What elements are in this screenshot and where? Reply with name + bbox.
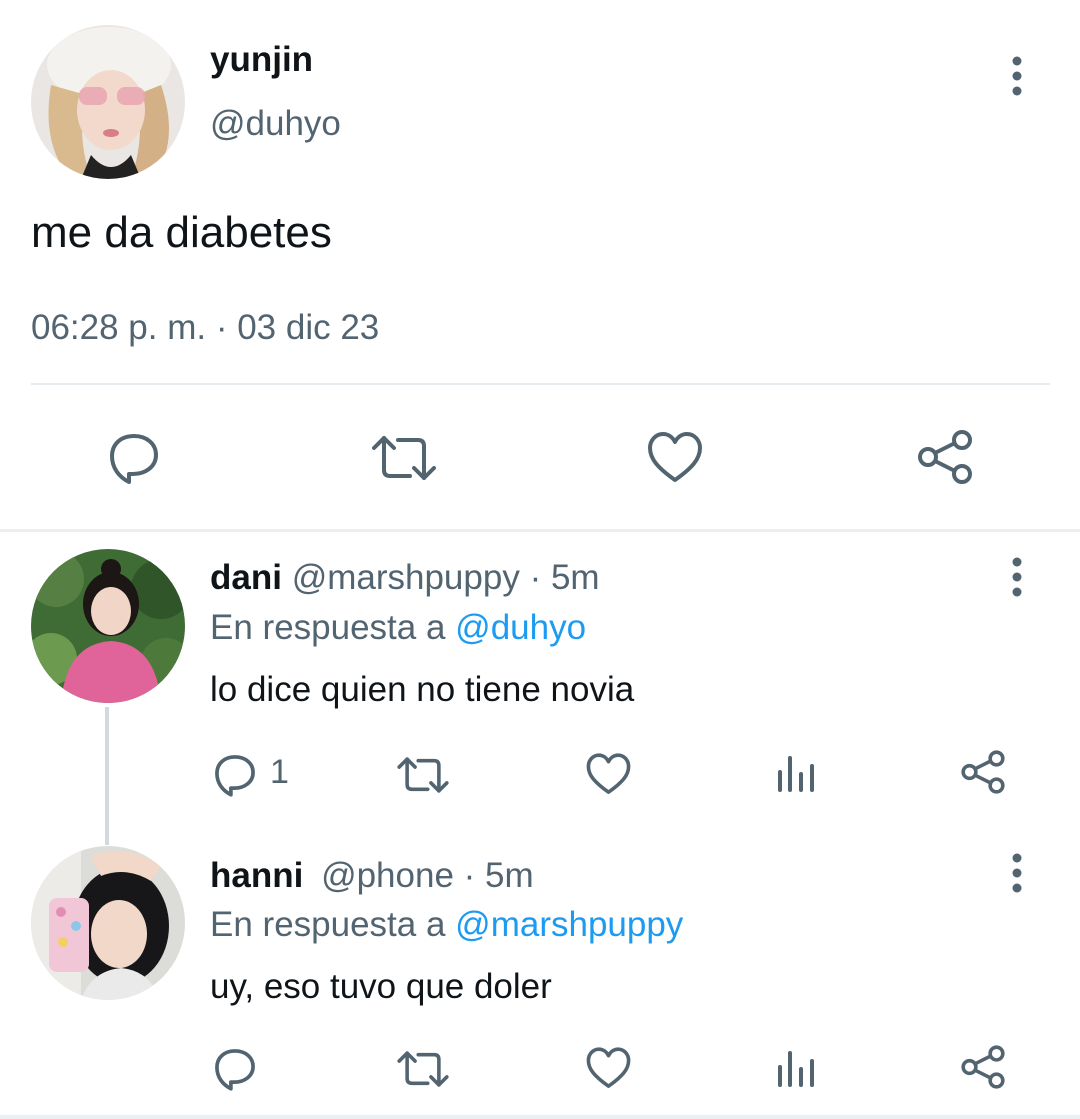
reply-context: En respuesta a @marshpuppy [210, 905, 683, 945]
comment-icon[interactable] [212, 1046, 258, 1092]
reply-prefix: En respuesta a [210, 905, 446, 944]
reply-header: dani @marshpuppy · 5m [210, 558, 600, 598]
avatar[interactable] [31, 549, 185, 703]
author-handle[interactable]: @duhyo [210, 104, 341, 144]
tweet-text: lo dice quien no tiene novia [210, 670, 635, 709]
retweet-icon[interactable] [396, 752, 450, 798]
author-name[interactable]: yunjin [210, 40, 313, 80]
retweet-icon[interactable] [396, 1046, 450, 1092]
comment-icon[interactable] [212, 752, 258, 798]
more-vertical-icon[interactable] [1010, 853, 1024, 893]
more-vertical-icon[interactable] [1010, 56, 1024, 96]
more-vertical-icon[interactable] [1010, 557, 1024, 597]
reply-prefix: En respuesta a [210, 608, 446, 647]
thread-line [105, 707, 109, 845]
heart-icon[interactable] [585, 1046, 632, 1091]
avatar[interactable] [31, 846, 185, 1000]
author-name[interactable]: hanni [210, 856, 303, 895]
share-icon[interactable] [960, 1044, 1006, 1090]
reply-time: · 5m [463, 856, 534, 895]
heart-icon[interactable] [585, 752, 632, 797]
share-icon[interactable] [960, 749, 1006, 795]
reply-to-link[interactable]: @marshpuppy [455, 905, 683, 944]
share-icon[interactable] [916, 428, 974, 486]
views-icon[interactable] [776, 1049, 816, 1089]
section-divider [0, 1115, 1080, 1119]
author-handle[interactable]: @phone [321, 856, 454, 895]
tweet-timestamp: 06:28 p. m. · 03 dic 23 [31, 308, 380, 347]
reply-count: 1 [270, 753, 289, 791]
tweet-text: uy, eso tuvo que doler [210, 967, 552, 1006]
reply-time: · 5m [529, 558, 600, 597]
heart-icon[interactable] [646, 430, 704, 486]
comment-icon[interactable] [106, 430, 162, 486]
reply-to-link[interactable]: @duhyo [455, 608, 586, 647]
tweet-text: me da diabetes [31, 208, 332, 257]
avatar[interactable] [31, 25, 185, 179]
divider [31, 383, 1050, 385]
views-icon[interactable] [776, 754, 816, 794]
reply-header: hanni @phone · 5m [210, 856, 534, 896]
author-handle[interactable]: @marshpuppy [292, 558, 520, 597]
retweet-icon[interactable] [370, 430, 438, 486]
reply-context: En respuesta a @duhyo [210, 608, 586, 648]
author-name[interactable]: dani [210, 558, 282, 597]
section-divider [0, 529, 1080, 532]
